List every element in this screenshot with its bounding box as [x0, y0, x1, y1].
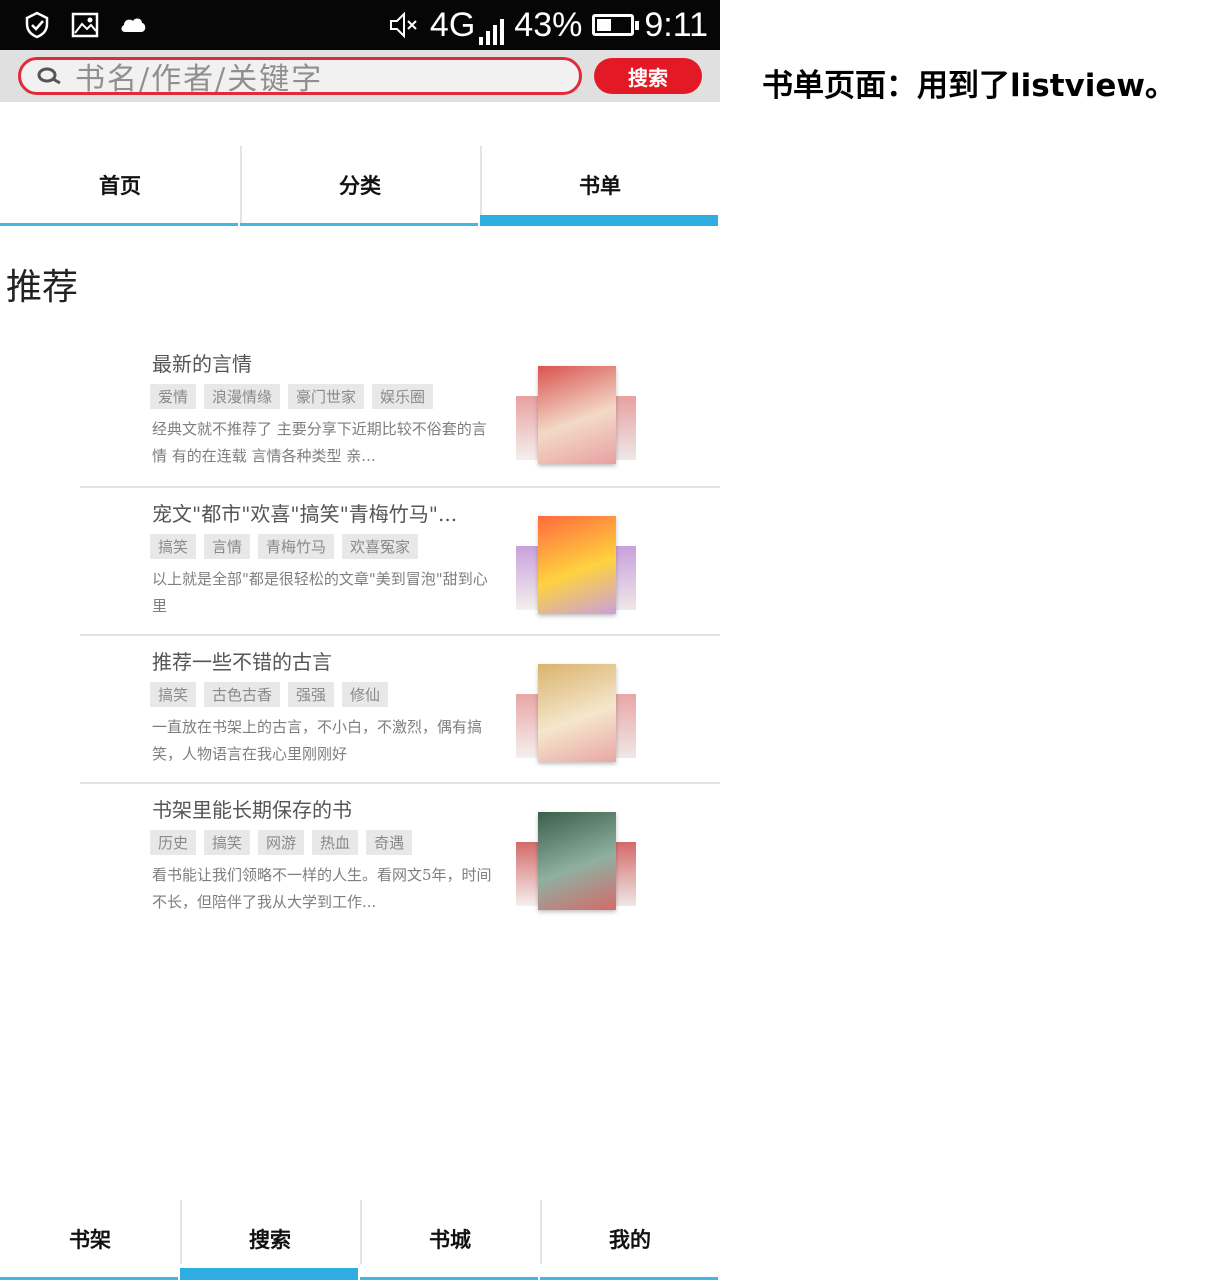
- tag: 搞笑: [150, 682, 197, 707]
- tag: 历史: [150, 830, 197, 855]
- book-cover-back: [614, 842, 636, 906]
- nav-bookshelf[interactable]: 书架: [0, 1198, 180, 1280]
- network-type: 4G: [429, 5, 476, 44]
- nav-label: 书城: [429, 1227, 471, 1252]
- tag-list: 历史 搞笑 网游 热血 奇遇: [150, 830, 413, 855]
- tab-booklist[interactable]: 书单: [480, 144, 720, 226]
- book-description: 经典文就不推荐了 主要分享下近期比较不俗套的言情 有的在连载 言情各种类型 亲.…: [152, 420, 487, 465]
- book-cover-back: [516, 546, 538, 610]
- tag: 爱情: [150, 384, 197, 409]
- tab-label: 书单: [579, 173, 621, 198]
- search-button[interactable]: 搜索: [594, 58, 702, 94]
- tag: 搞笑: [204, 830, 251, 855]
- tag: 奇遇: [366, 830, 413, 855]
- list-item[interactable]: 推荐一些不错的古言 搞笑 古色古香 强强 修仙 一直放在书架上的古言，不小白，不…: [80, 636, 720, 784]
- book-cover-image: [538, 366, 616, 464]
- book-title: 推荐一些不错的古言: [152, 650, 332, 674]
- book-cover-image: [538, 664, 616, 762]
- tag: 强强: [288, 682, 335, 707]
- search-placeholder: 书名/作者/关键字: [75, 62, 324, 97]
- book-cover-back: [516, 694, 538, 758]
- status-bar: 4G 43% 9:11: [0, 0, 720, 50]
- bottom-nav: 书架 搜索 书城 我的: [0, 1198, 720, 1280]
- tab-label: 首页: [99, 173, 141, 198]
- book-list: 最新的言情 爱情 浪漫情缘 豪门世家 娱乐圈 经典文就不推荐了 主要分享下近期比…: [80, 338, 720, 932]
- list-item[interactable]: 最新的言情 爱情 浪漫情缘 豪门世家 娱乐圈 经典文就不推荐了 主要分享下近期比…: [80, 338, 720, 488]
- tag: 热血: [312, 830, 359, 855]
- annotation-caption: 书单页面：用到了listview。: [762, 68, 1177, 104]
- book-cover-back: [614, 694, 636, 758]
- tag: 青梅竹马: [258, 534, 335, 559]
- battery-icon: [592, 14, 640, 36]
- nav-mine[interactable]: 我的: [540, 1198, 720, 1280]
- book-covers: [516, 366, 636, 466]
- tag: 网游: [258, 830, 305, 855]
- tag-list: 搞笑 古色古香 强强 修仙: [150, 682, 389, 707]
- phone-screen: 4G 43% 9:11 书名/作者/关键字 搜索 首页 分类 书单 推荐 最新的…: [0, 0, 720, 1280]
- clock: 9:11: [644, 5, 708, 44]
- nav-bookstore[interactable]: 书城: [360, 1198, 540, 1280]
- book-covers: [516, 516, 636, 616]
- book-cover-back: [614, 546, 636, 610]
- check-shield-icon: [25, 11, 49, 39]
- cloud-icon: [121, 18, 146, 32]
- nav-label: 我的: [609, 1227, 651, 1252]
- tag: 古色古香: [204, 682, 281, 707]
- search-icon: [37, 67, 61, 85]
- tag: 娱乐圈: [372, 384, 434, 409]
- tag-list: 搞笑 言情 青梅竹马 欢喜冤家: [150, 534, 419, 559]
- list-item[interactable]: 宠文"都市"欢喜"搞笑"青梅竹马"... 搞笑 言情 青梅竹马 欢喜冤家 以上就…: [80, 488, 720, 636]
- image-icon: [71, 12, 99, 38]
- tag: 修仙: [342, 682, 389, 707]
- tag: 欢喜冤家: [342, 534, 419, 559]
- book-covers: [516, 812, 636, 912]
- tab-category[interactable]: 分类: [240, 144, 480, 226]
- book-cover-image: [538, 516, 616, 614]
- tab-home[interactable]: 首页: [0, 144, 240, 226]
- book-title: 最新的言情: [152, 352, 252, 376]
- book-covers: [516, 664, 636, 764]
- tag: 搞笑: [150, 534, 197, 559]
- tag: 言情: [204, 534, 251, 559]
- tag: 浪漫情缘: [204, 384, 281, 409]
- search-input[interactable]: 书名/作者/关键字: [18, 57, 582, 97]
- book-cover-back: [516, 842, 538, 906]
- top-tabs: 首页 分类 书单: [0, 144, 720, 226]
- tag: 豪门世家: [288, 384, 365, 409]
- battery-percent: 43%: [514, 5, 583, 44]
- book-title: 书架里能长期保存的书: [152, 798, 352, 822]
- search-bar: 书名/作者/关键字 搜索: [0, 50, 720, 102]
- book-description: 一直放在书架上的古言，不小白，不激烈，偶有搞笑，人物语言在我心里刚刚好: [152, 718, 483, 763]
- book-description: 看书能让我们领略不一样的人生。看网文5年，时间不长，但陪伴了我从大学到工作...: [152, 866, 492, 911]
- mute-icon: [389, 11, 417, 39]
- nav-label: 搜索: [249, 1227, 291, 1252]
- book-title: 宠文"都市"欢喜"搞笑"青梅竹马"...: [152, 502, 458, 526]
- tag-list: 爱情 浪漫情缘 豪门世家 娱乐圈: [150, 384, 434, 409]
- signal-icon: [479, 18, 505, 45]
- section-title: 推荐: [6, 267, 79, 308]
- nav-label: 书架: [69, 1227, 111, 1252]
- tab-label: 分类: [339, 173, 381, 198]
- book-cover-back: [614, 396, 636, 460]
- nav-search[interactable]: 搜索: [180, 1198, 360, 1280]
- book-cover-back: [516, 396, 538, 460]
- book-description: 以上就是全部"都是很轻松的文章"美到冒泡"甜到心里: [152, 570, 488, 615]
- list-item[interactable]: 书架里能长期保存的书 历史 搞笑 网游 热血 奇遇 看书能让我们领略不一样的人生…: [80, 784, 720, 932]
- book-cover-image: [538, 812, 616, 910]
